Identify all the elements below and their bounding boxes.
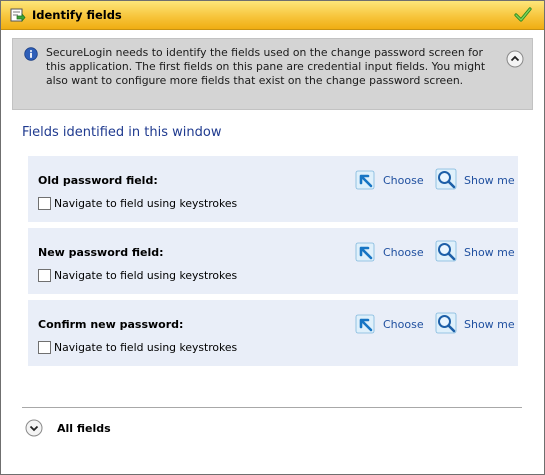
field-label: Old password field:	[38, 174, 158, 187]
identify-fields-panel: Identify fields SecureLogin needs to ide…	[0, 0, 545, 475]
pointer-arrow-icon[interactable]	[355, 314, 375, 334]
navigate-keystrokes-checkbox[interactable]	[38, 197, 51, 210]
show-me-link[interactable]: Show me	[464, 246, 515, 259]
field-row-new-password: New password field: Navigate to field us…	[28, 228, 518, 294]
info-text: SecureLogin needs to identify the fields…	[46, 46, 486, 87]
navigate-keystrokes-checkbox[interactable]	[38, 269, 51, 282]
green-check-icon[interactable]	[514, 6, 532, 24]
magnifier-icon[interactable]	[435, 312, 457, 334]
section-title: Fields identified in this window	[22, 125, 222, 140]
field-row-old-password: Old password field: Navigate to field us…	[28, 156, 518, 222]
panel-titlebar: Identify fields	[1, 1, 544, 30]
info-banner: SecureLogin needs to identify the fields…	[12, 38, 533, 110]
pointer-arrow-icon[interactable]	[355, 242, 375, 262]
magnifier-icon[interactable]	[435, 168, 457, 190]
field-label: Confirm new password:	[38, 318, 184, 331]
field-row-confirm-password: Confirm new password: Navigate to field …	[28, 300, 518, 366]
all-fields-toggle[interactable]: All fields	[57, 422, 111, 435]
show-me-link[interactable]: Show me	[464, 174, 515, 187]
divider	[22, 407, 522, 408]
chevron-down-circle-icon[interactable]	[25, 419, 43, 437]
field-label: New password field:	[38, 246, 164, 259]
panel-title: Identify fields	[32, 8, 122, 22]
show-me-link[interactable]: Show me	[464, 318, 515, 331]
pointer-arrow-icon[interactable]	[355, 170, 375, 190]
navigate-keystrokes-checkbox[interactable]	[38, 341, 51, 354]
checkbox-label: Navigate to field using keystrokes	[54, 269, 238, 282]
choose-link[interactable]: Choose	[383, 174, 424, 187]
info-icon	[24, 47, 38, 61]
choose-link[interactable]: Choose	[383, 246, 424, 259]
choose-link[interactable]: Choose	[383, 318, 424, 331]
checkbox-label: Navigate to field using keystrokes	[54, 197, 238, 210]
chevron-up-circle-icon[interactable]	[506, 50, 524, 68]
form-arrow-icon	[10, 8, 26, 22]
checkbox-label: Navigate to field using keystrokes	[54, 341, 238, 354]
magnifier-icon[interactable]	[435, 240, 457, 262]
